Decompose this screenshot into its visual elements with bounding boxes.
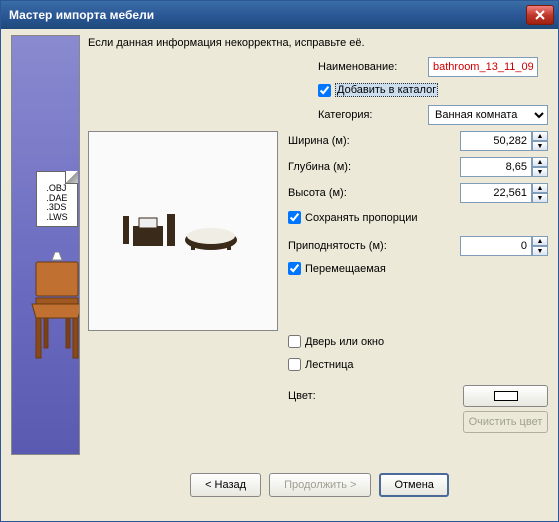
category-select[interactable]: Ванная комната — [428, 105, 548, 125]
elevation-label: Приподнятость (м): — [288, 240, 398, 252]
back-button[interactable]: < Назад — [190, 473, 261, 497]
width-up-button[interactable]: ▲ — [532, 131, 548, 141]
chair-icon — [22, 252, 80, 372]
depth-down-button[interactable]: ▼ — [532, 167, 548, 177]
keep-prop-checkbox[interactable] — [288, 211, 301, 224]
add-catalog-label: Добавить в каталог — [335, 83, 438, 97]
keep-prop-label: Сохранять пропорции — [305, 212, 418, 224]
name-label: Наименование: — [318, 61, 428, 73]
movable-label: Перемещаемая — [305, 263, 386, 275]
button-bar: < Назад Продолжить > Отмена — [1, 459, 558, 497]
stair-label: Лестница — [305, 359, 354, 371]
format-list: .OBJ .DAE .3DS .LWS — [46, 184, 67, 222]
stair-checkbox[interactable] — [288, 358, 301, 371]
clear-color-button: Очистить цвет — [463, 411, 548, 433]
close-button[interactable] — [526, 5, 554, 25]
titlebar: Мастер импорта мебели — [1, 1, 558, 29]
movable-checkbox[interactable] — [288, 262, 301, 275]
height-up-button[interactable]: ▲ — [532, 183, 548, 193]
furniture-preview-icon — [113, 196, 253, 266]
window-title: Мастер импорта мебели — [9, 8, 526, 22]
height-down-button[interactable]: ▼ — [532, 193, 548, 203]
name-input[interactable] — [428, 57, 538, 77]
model-preview — [88, 131, 278, 331]
width-input[interactable] — [460, 131, 532, 151]
close-icon — [535, 10, 545, 20]
height-input[interactable] — [460, 183, 532, 203]
depth-input[interactable] — [460, 157, 532, 177]
height-label: Высота (м): — [288, 187, 398, 199]
wizard-sidebar: .OBJ .DAE .3DS .LWS — [11, 35, 80, 455]
category-label: Категория: — [318, 109, 428, 121]
door-label: Дверь или окно — [305, 336, 384, 348]
add-catalog-checkbox[interactable] — [318, 84, 331, 97]
color-label: Цвет: — [288, 390, 398, 402]
elevation-down-button[interactable]: ▼ — [532, 246, 548, 256]
door-checkbox[interactable] — [288, 335, 301, 348]
elevation-input[interactable] — [460, 236, 532, 256]
color-button[interactable] — [463, 385, 548, 407]
cancel-button[interactable]: Отмена — [379, 473, 448, 497]
form-area: Если данная информация некорректна, испр… — [88, 35, 548, 459]
elevation-up-button[interactable]: ▲ — [532, 236, 548, 246]
depth-up-button[interactable]: ▲ — [532, 157, 548, 167]
width-label: Ширина (м): — [288, 135, 398, 147]
next-button: Продолжить > — [269, 473, 371, 497]
intro-text: Если данная информация некорректна, испр… — [88, 37, 548, 49]
color-swatch-icon — [494, 391, 518, 401]
width-down-button[interactable]: ▼ — [532, 141, 548, 151]
dialog-window: Мастер импорта мебели .OBJ .DAE .3DS .LW… — [0, 0, 559, 522]
format-paper-icon: .OBJ .DAE .3DS .LWS — [36, 171, 78, 227]
depth-label: Глубина (м): — [288, 161, 398, 173]
